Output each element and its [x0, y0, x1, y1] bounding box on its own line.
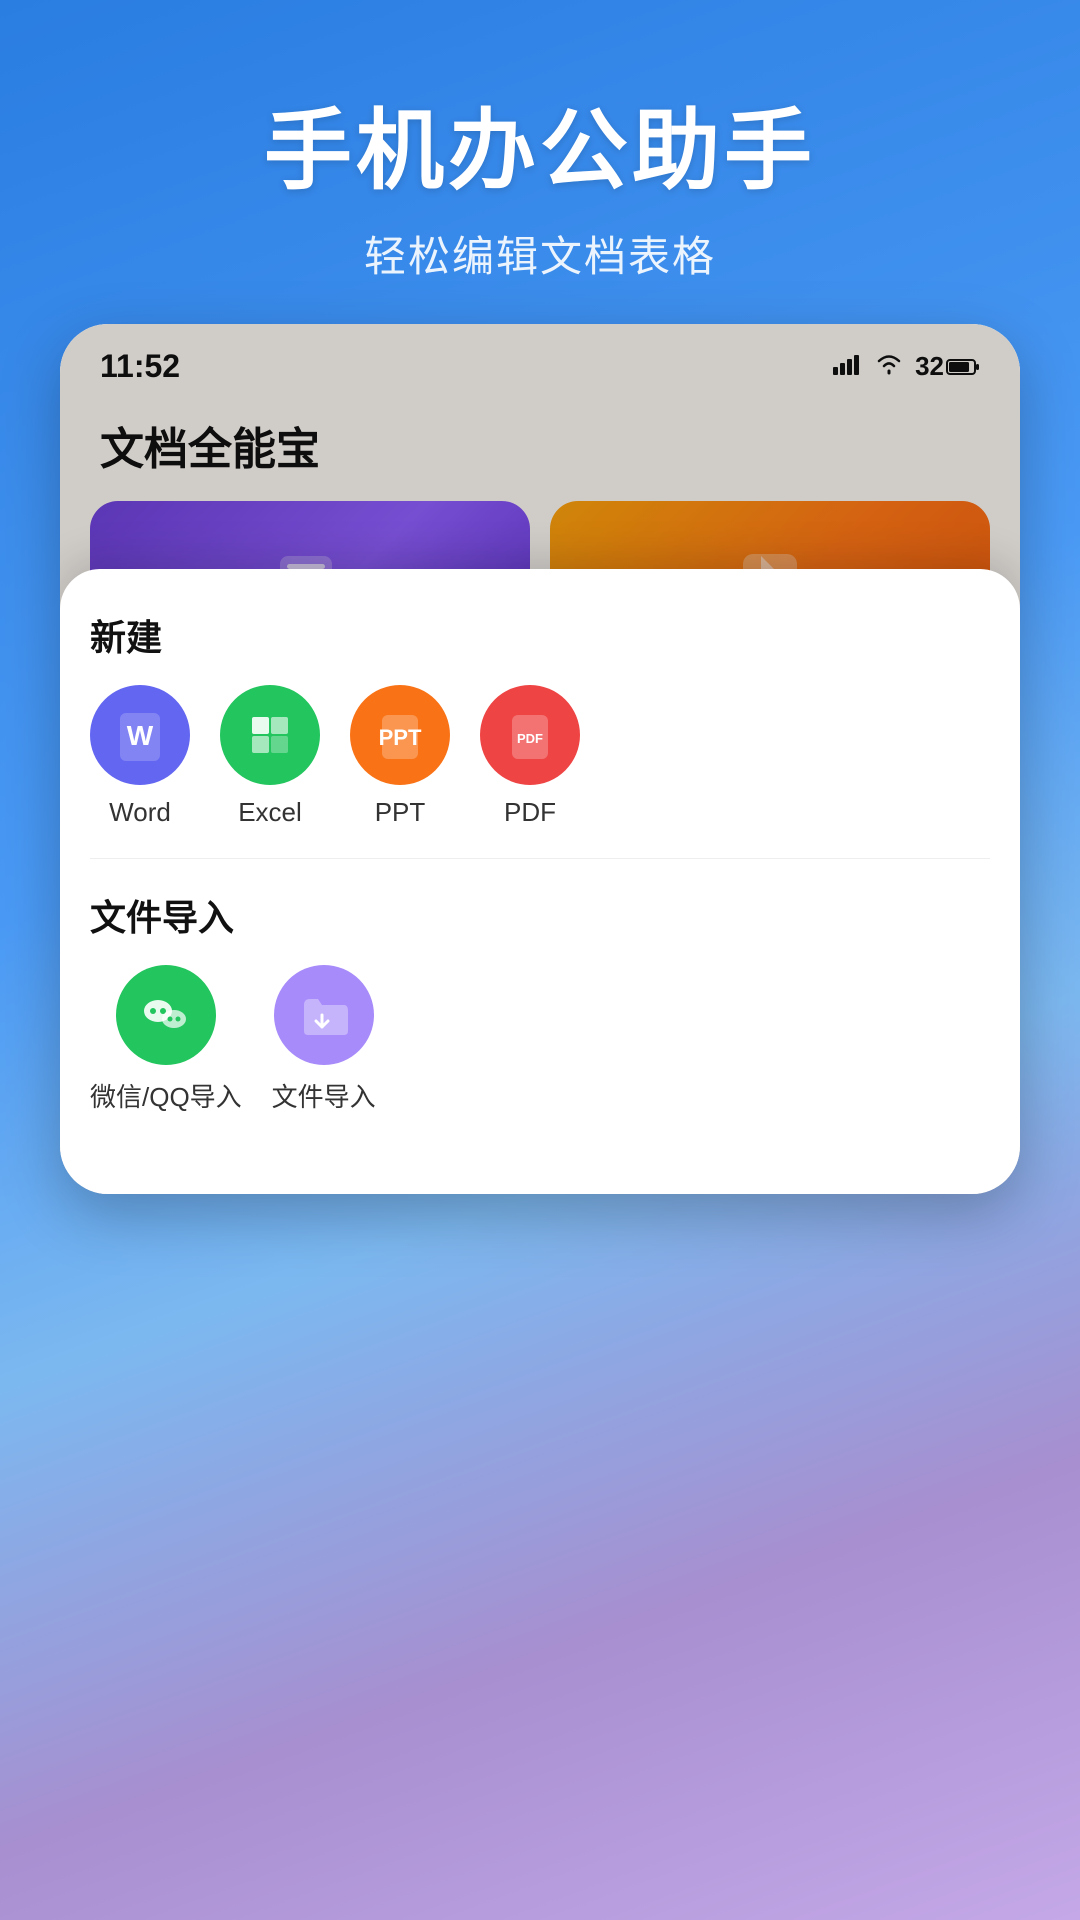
- excel-label: Excel: [238, 797, 302, 828]
- popup-file-import[interactable]: 文件导入: [272, 965, 376, 1114]
- popup-ppt[interactable]: PPT PPT: [350, 685, 450, 828]
- popup-import-section: 文件导入 微信/QQ导入: [90, 889, 990, 1114]
- popup-excel[interactable]: Excel: [220, 685, 320, 828]
- svg-text:PDF: PDF: [517, 731, 543, 746]
- header: 手机办公助手 轻松编辑文档表格: [0, 0, 1080, 324]
- excel-icon: [220, 685, 320, 785]
- app-subtitle: 轻松编辑文档表格: [0, 223, 1080, 284]
- popup-new-title: 新建: [90, 609, 990, 661]
- wechat-icon: [116, 965, 216, 1065]
- popup-divider: [90, 858, 990, 859]
- file-import-label: 文件导入: [272, 1077, 376, 1114]
- phone-card: 11:52 32: [60, 324, 1020, 1194]
- popup-import-title: 文件导入: [90, 889, 990, 941]
- popup-new-section: 新建 W Word: [90, 609, 990, 828]
- app-main-title: 手机办公助手: [0, 80, 1080, 207]
- folder-icon: [274, 965, 374, 1065]
- svg-text:PPT: PPT: [379, 725, 422, 750]
- popup-pdf[interactable]: PDF PDF: [480, 685, 580, 828]
- svg-text:W: W: [127, 720, 154, 751]
- popup-wechat[interactable]: 微信/QQ导入: [90, 965, 242, 1114]
- bottom-popup: 新建 W Word: [60, 569, 1020, 1194]
- wechat-label: 微信/QQ导入: [90, 1077, 242, 1114]
- ppt-label: PPT: [375, 797, 426, 828]
- word-label: Word: [109, 797, 171, 828]
- popup-word[interactable]: W Word: [90, 685, 190, 828]
- word-icon: W: [90, 685, 190, 785]
- ppt-icon: PPT: [350, 685, 450, 785]
- popup-import-icons: 微信/QQ导入 文件导入: [90, 965, 990, 1114]
- pdf-new-label: PDF: [504, 797, 556, 828]
- pdf-icon: PDF: [480, 685, 580, 785]
- popup-new-icons: W Word Excel: [90, 685, 990, 828]
